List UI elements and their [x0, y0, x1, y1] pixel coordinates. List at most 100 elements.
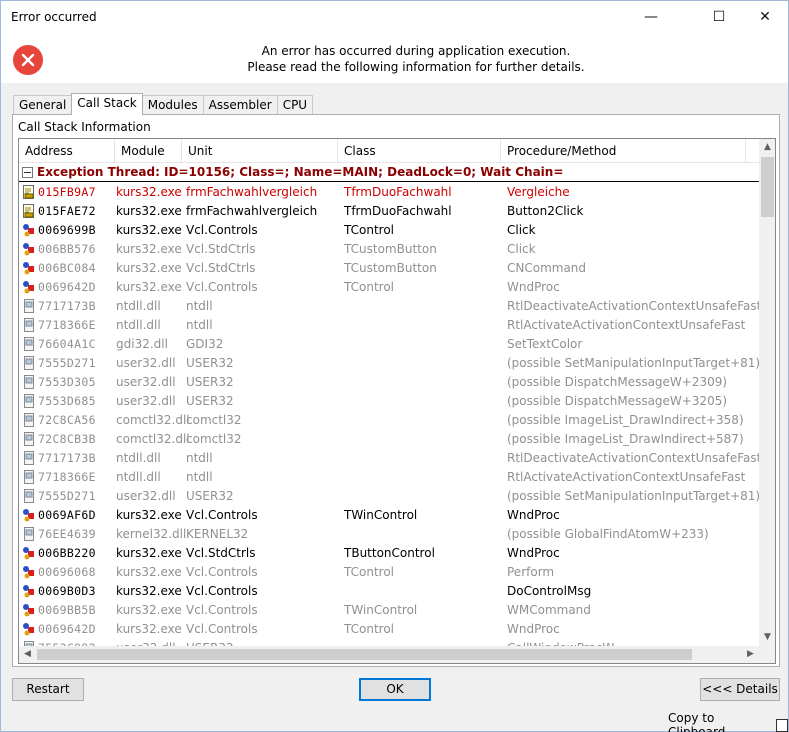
- exception-thread-row[interactable]: Exception Thread: ID=10156; Class=; Name…: [19, 163, 759, 182]
- procedure-cell: WndProc: [507, 507, 560, 522]
- table-row[interactable]: 7718366E ntdll.dll ntdll RtlActivateActivat…: [19, 467, 759, 486]
- table-row[interactable]: 7718366E ntdll.dll ntdll RtlActivateActivat…: [19, 315, 759, 334]
- tab-modules[interactable]: Modules: [141, 95, 204, 115]
- dll-icon: [19, 353, 38, 372]
- collapse-icon[interactable]: [22, 166, 33, 178]
- module-icon: [19, 562, 38, 581]
- dialog-header: An error has occurred during application…: [1, 33, 788, 83]
- title-bar[interactable]: Error occurred — ☐ ✕: [1, 1, 788, 33]
- column-module[interactable]: Module: [115, 139, 182, 163]
- unit-cell: USER32: [186, 355, 234, 370]
- module-cell: user32.dll: [116, 393, 176, 408]
- details-button[interactable]: <<< Details: [700, 678, 780, 701]
- module-cell: comctl32.dll: [116, 412, 190, 427]
- tab-general[interactable]: General: [13, 95, 73, 115]
- tab-cpu[interactable]: CPU: [276, 95, 314, 115]
- procedure-cell: Click: [507, 241, 536, 256]
- table-row[interactable]: 76EE4639 kernel32.dll KERNEL32 (possible G…: [19, 524, 759, 543]
- unit-cell: Vcl.Controls: [186, 564, 258, 579]
- close-icon[interactable]: ✕: [742, 1, 788, 33]
- procedure-cell: RtlDeactivateActivationContextUnsafeFast: [507, 298, 762, 313]
- tab-call-stack[interactable]: Call Stack: [71, 93, 143, 115]
- unit-cell: ntdll: [186, 469, 213, 484]
- ok-button[interactable]: OK: [359, 678, 431, 701]
- column-header: Address Module Unit Class Procedure/Meth…: [19, 139, 759, 163]
- table-row[interactable]: 7553D305 user32.dll USER32 (possible Dispa…: [19, 372, 759, 391]
- table-row[interactable]: 7553D685 user32.dll USER32 (possible Dispa…: [19, 391, 759, 410]
- dll-icon: [19, 486, 38, 505]
- call-stack-grid[interactable]: Address Module Unit Class Procedure/Meth…: [18, 138, 776, 664]
- table-row[interactable]: 015FB9A7 kurs32.exe frmFachwahlvergleich Tf…: [19, 182, 759, 201]
- dll-icon: [19, 296, 38, 315]
- scroll-left-icon[interactable]: ◀: [19, 646, 36, 663]
- address-cell: 76604A1C: [38, 336, 96, 351]
- dll-icon: [19, 524, 38, 543]
- column-address[interactable]: Address: [19, 139, 115, 163]
- column-unit[interactable]: Unit: [182, 139, 338, 163]
- module-icon: [19, 220, 38, 239]
- dll-icon: [19, 372, 38, 391]
- module-cell: kurs32.exe: [116, 241, 182, 256]
- table-row[interactable]: 0069B0D3 kurs32.exe Vcl.Controls DoControlM…: [19, 581, 759, 600]
- address-cell: 7555D271: [38, 488, 96, 503]
- module-cell: kurs32.exe: [116, 545, 182, 560]
- table-row[interactable]: 7717173B ntdll.dll ntdll RtlDeactivateActiv…: [19, 448, 761, 467]
- copy-to-clipboard-option[interactable]: Copy to Clipboard: [668, 711, 788, 732]
- scroll-up-icon[interactable]: ▲: [759, 139, 775, 156]
- table-row[interactable]: 0069AF6D kurs32.exe Vcl.Controls TWinContro…: [19, 505, 759, 524]
- table-row[interactable]: 72C8CB3B comctl32.dll comctl32 (possible I…: [19, 429, 759, 448]
- address-cell: 015FB9A7: [38, 184, 96, 199]
- address-cell: 0069AF6D: [38, 507, 96, 522]
- minimize-icon[interactable]: —: [628, 1, 674, 33]
- procedure-cell: Perform: [507, 564, 555, 579]
- restart-button[interactable]: Restart: [12, 678, 84, 701]
- maximize-icon[interactable]: ☐: [696, 1, 742, 33]
- table-row[interactable]: 7555D271 user32.dll USER32 (possible SetMa…: [19, 353, 760, 372]
- module-cell: kurs32.exe: [116, 602, 182, 617]
- table-row[interactable]: 0069BB5B kurs32.exe Vcl.Controls TWinContro…: [19, 600, 759, 619]
- procedure-cell: (possible ImageList_DrawIndirect+587): [507, 431, 744, 446]
- scroll-down-icon[interactable]: ▼: [759, 629, 775, 646]
- dll-icon: [19, 391, 38, 410]
- table-row[interactable]: 015FAE72 kurs32.exe frmFachwahlvergleich Tf…: [19, 201, 759, 220]
- vertical-scroll-thumb[interactable]: [761, 157, 774, 217]
- error-icon: [13, 45, 43, 75]
- error-message-line1: An error has occurred during application…: [261, 44, 571, 58]
- table-row[interactable]: 7555D271 user32.dll USER32 (possible SetMa…: [19, 486, 760, 505]
- module-icon: [19, 239, 38, 258]
- procedure-cell: DoControlMsg: [507, 583, 592, 598]
- table-row[interactable]: 0069699B kurs32.exe Vcl.Controls TControl Cl…: [19, 220, 759, 239]
- table-row[interactable]: 006BB576 kurs32.exe Vcl.StdCtrls TCustomBut…: [19, 239, 759, 258]
- module-cell: user32.dll: [116, 374, 176, 389]
- table-row[interactable]: 0069642D kurs32.exe Vcl.Controls TControl Wn…: [19, 619, 759, 638]
- table-row[interactable]: 00696068 kurs32.exe Vcl.Controls TControl Pe…: [19, 562, 759, 581]
- panel-caption: Call Stack Information: [18, 120, 151, 134]
- horizontal-scroll-thumb[interactable]: [37, 649, 692, 660]
- dll-icon: [19, 448, 38, 467]
- unit-cell: Vcl.Controls: [186, 583, 258, 598]
- column-class[interactable]: Class: [338, 139, 501, 163]
- dll-icon: [19, 429, 38, 448]
- table-row[interactable]: 7717173B ntdll.dll ntdll RtlDeactivateActiv…: [19, 296, 762, 315]
- table-row[interactable]: 006BC084 kurs32.exe Vcl.StdCtrls TCustomBut…: [19, 258, 759, 277]
- address-cell: 0069B0D3: [38, 583, 96, 598]
- procedure-cell: RtlActivateActivationContextUnsafeFast: [507, 317, 746, 332]
- unit-cell: ntdll: [186, 317, 213, 332]
- table-row[interactable]: 006BB220 kurs32.exe Vcl.StdCtrls TButtonCon…: [19, 543, 759, 562]
- copy-to-clipboard-checkbox[interactable]: [775, 718, 788, 732]
- horizontal-scrollbar[interactable]: ◀ ▶: [19, 646, 759, 663]
- address-cell: 7555D271: [38, 355, 96, 370]
- unit-cell: USER32: [186, 488, 234, 503]
- table-row[interactable]: 72C8CA56 comctl32.dll comctl32 (possible I…: [19, 410, 759, 429]
- scroll-right-icon[interactable]: ▶: [742, 646, 759, 663]
- table-row[interactable]: 76604A1C gdi32.dll GDI32 SetTextColor: [19, 334, 759, 353]
- class-cell: TControl: [344, 564, 395, 579]
- table-row[interactable]: 0069642D kurs32.exe Vcl.Controls TControl Wn…: [19, 277, 759, 296]
- address-cell: 7717173B: [38, 298, 96, 313]
- procedure-cell: (possible ImageList_DrawIndirect+358): [507, 412, 744, 427]
- vertical-scrollbar[interactable]: ▲ ▼: [759, 139, 775, 646]
- column-procedure[interactable]: Procedure/Method: [501, 139, 746, 163]
- tab-assembler[interactable]: Assembler: [202, 95, 278, 115]
- module-cell: kurs32.exe: [116, 279, 182, 294]
- module-cell: kurs32.exe: [116, 184, 182, 199]
